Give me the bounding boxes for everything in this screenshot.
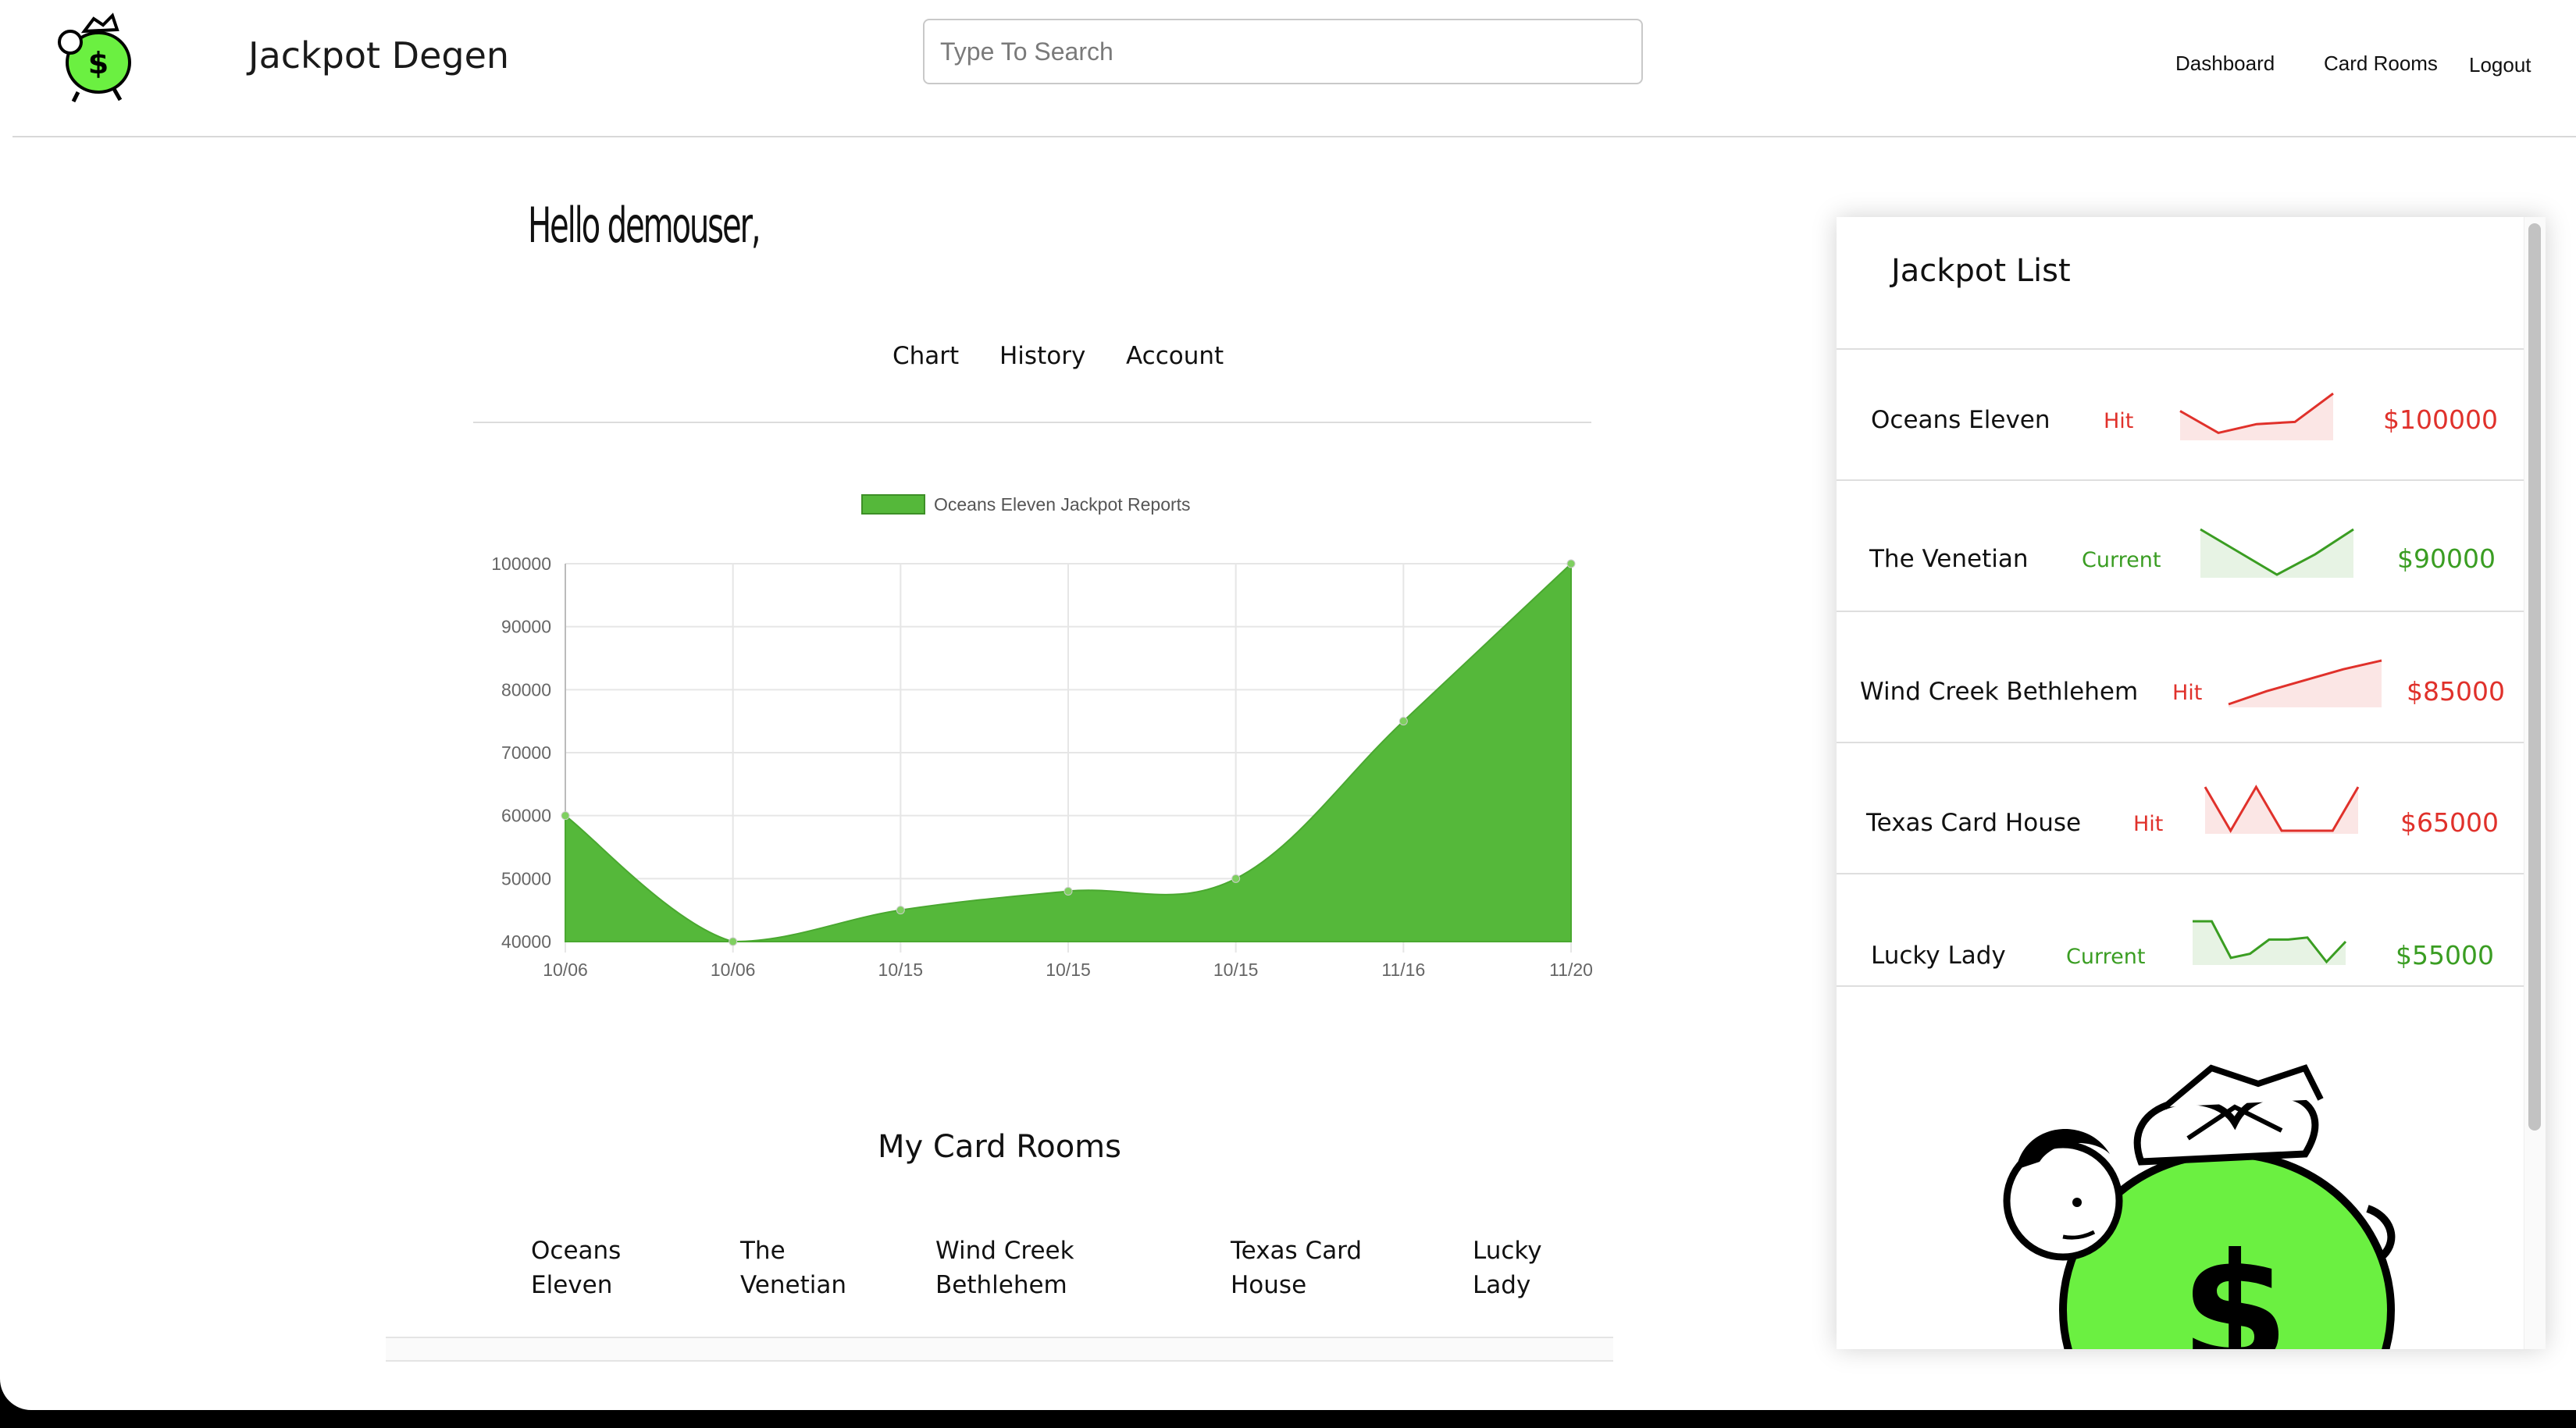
data-point[interactable] xyxy=(1064,886,1073,896)
room-the-venetian[interactable]: The Venetian xyxy=(740,1234,846,1302)
jackpot-status: Current xyxy=(2066,945,2146,969)
jackpot-reports-chart: 100000 90000 80000 70000 60000 50000 40000 10/0… xyxy=(491,494,1593,980)
room-name-line: Texas Card xyxy=(1231,1237,1363,1265)
sparkline xyxy=(2179,392,2334,440)
my-card-rooms-title: My Card Rooms xyxy=(878,1129,1121,1165)
room-name-line: Oceans xyxy=(531,1237,622,1265)
x-tick-label: 10/15 xyxy=(1046,960,1091,980)
panel-scrollbar[interactable] xyxy=(2524,217,2546,1349)
sparkline-fill xyxy=(2180,394,2333,440)
jackpot-name: Oceans Eleven xyxy=(1871,406,2050,434)
legend-swatch[interactable] xyxy=(861,494,925,515)
logo-money-bag-icon[interactable]: $ xyxy=(47,8,141,105)
svg-text:$: $ xyxy=(2180,1220,2289,1349)
x-tick-label: 10/15 xyxy=(1213,960,1259,980)
data-point[interactable] xyxy=(729,937,738,946)
room-name-line: House xyxy=(1231,1271,1307,1299)
room-name-line: Bethlehem xyxy=(935,1271,1067,1299)
room-name-line: Venetian xyxy=(740,1271,847,1299)
y-tick-label: 60000 xyxy=(501,806,551,826)
sparkline xyxy=(2228,659,2382,707)
top-navbar: $ Jackpot Degen Dashboard Card Rooms Log… xyxy=(0,0,2576,137)
jackpot-list-title: Jackpot List xyxy=(1891,253,2071,289)
rooms-table-footer xyxy=(386,1337,1613,1362)
tab-chart[interactable]: Chart xyxy=(893,342,959,370)
data-point[interactable] xyxy=(1398,717,1408,726)
x-tick-label: 10/06 xyxy=(711,960,756,980)
jackpot-status: Hit xyxy=(2104,409,2134,433)
room-name-line: Wind Creek xyxy=(935,1237,1074,1265)
room-name-line: Eleven xyxy=(531,1271,613,1299)
jackpot-row-oceans-eleven[interactable]: Oceans Eleven Hit $100000 xyxy=(1837,348,2524,479)
room-oceans-eleven[interactable]: Oceans Eleven xyxy=(531,1234,621,1302)
jackpot-status: Hit xyxy=(2133,812,2164,836)
jackpot-name: Lucky Lady xyxy=(1871,942,2006,970)
jackpot-name: Texas Card House xyxy=(1866,809,2082,837)
jackpot-status: Hit xyxy=(2172,681,2203,705)
jackpot-amount: $55000 xyxy=(2396,940,2494,970)
data-point[interactable] xyxy=(896,906,905,915)
room-wind-creek-bethlehem[interactable]: Wind Creek Bethlehem xyxy=(935,1234,1074,1302)
jackpot-row-the-venetian[interactable]: The Venetian Current $90000 xyxy=(1837,479,2524,611)
sparkline xyxy=(2193,920,2347,965)
jackpot-amount: $90000 xyxy=(2397,543,2496,574)
sparkline-line xyxy=(2204,785,2360,833)
page: $ Jackpot Degen Dashboard Card Rooms Log… xyxy=(0,0,2576,1410)
room-lucky-lady[interactable]: Lucky Lady xyxy=(1473,1234,1542,1302)
search-input[interactable] xyxy=(923,19,1643,84)
panel-scrollbar-thumb[interactable] xyxy=(2528,223,2541,1131)
x-tick-label: 10/06 xyxy=(543,960,588,980)
jackpot-list-panel: Jackpot List Oceans Eleven Hit $100000 T… xyxy=(1837,217,2546,1349)
y-tick-label: 70000 xyxy=(501,742,551,763)
x-tick-label: 11/20 xyxy=(1549,960,1593,980)
legend-label[interactable]: Oceans Eleven Jackpot Reports xyxy=(934,494,1191,515)
sparkline-fill xyxy=(2229,661,2382,707)
jackpot-amount: $100000 xyxy=(2383,404,2498,435)
nav-card-rooms-link[interactable]: Card Rooms xyxy=(2324,52,2438,76)
money-bag-mascot-illustration: $ xyxy=(2003,1064,2396,1349)
tab-history[interactable]: History xyxy=(999,342,1085,370)
nav-logout-link[interactable]: Logout xyxy=(2469,53,2531,77)
jackpot-row-lucky-lady[interactable]: Lucky Lady Current $55000 xyxy=(1837,873,2524,1004)
y-tick-label: 90000 xyxy=(501,617,551,637)
y-tick-label: 50000 xyxy=(501,868,551,888)
jackpot-amount: $65000 xyxy=(2400,807,2499,838)
sparkline xyxy=(2204,785,2360,834)
jackpot-amount: $85000 xyxy=(2407,676,2505,707)
sparkline xyxy=(2200,528,2354,578)
tabs-divider xyxy=(473,422,1591,423)
x-tick-label: 10/15 xyxy=(878,960,924,980)
sparkline-fill xyxy=(2200,529,2353,578)
room-name-line: Lady xyxy=(1473,1271,1531,1299)
data-point[interactable] xyxy=(1231,874,1241,883)
y-tick-label: 80000 xyxy=(501,679,551,700)
svg-text:$: $ xyxy=(88,46,109,80)
greeting-heading: Hello demouser, xyxy=(528,197,761,254)
jackpot-name: The Venetian xyxy=(1869,545,2029,573)
list-divider xyxy=(1837,985,2524,987)
room-texas-card-house[interactable]: Texas Card House xyxy=(1231,1234,1362,1302)
data-point[interactable] xyxy=(561,811,570,821)
x-tick-label: 11/16 xyxy=(1381,960,1425,980)
header-divider xyxy=(12,136,2576,137)
jackpot-name: Wind Creek Bethlehem xyxy=(1860,678,2139,706)
tab-account[interactable]: Account xyxy=(1126,342,1224,370)
brand-title[interactable]: Jackpot Degen xyxy=(248,34,509,77)
y-tick-label: 40000 xyxy=(501,931,551,952)
nav-dashboard-link[interactable]: Dashboard xyxy=(2175,52,2275,76)
data-point[interactable] xyxy=(1566,559,1576,568)
jackpot-status: Current xyxy=(2082,548,2161,572)
jackpot-row-wind-creek-bethlehem[interactable]: Wind Creek Bethlehem Hit $85000 xyxy=(1837,611,2524,742)
room-name-line: Lucky xyxy=(1473,1237,1542,1265)
y-tick-label: 100000 xyxy=(491,554,551,574)
room-name-line: The xyxy=(740,1237,786,1265)
jackpot-row-texas-card-house[interactable]: Texas Card House Hit $65000 xyxy=(1837,742,2524,873)
